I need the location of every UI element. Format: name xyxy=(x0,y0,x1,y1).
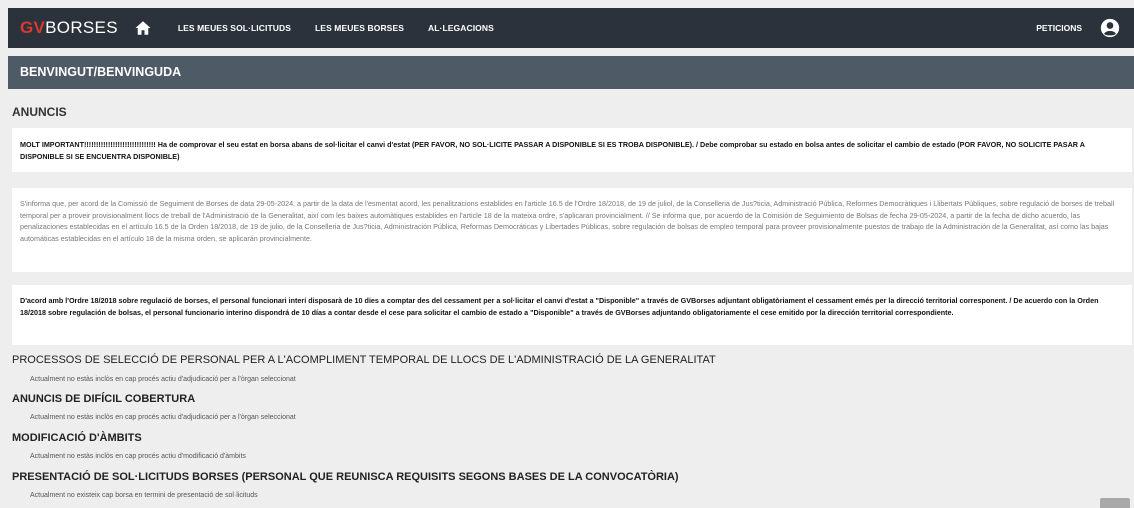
nav-peticions[interactable]: PETICIONS xyxy=(1036,23,1082,33)
welcome-title: BENVINGUT/BENVINGUDA xyxy=(20,65,182,79)
notice-penalitzacions: S'informa que, per acord de la Comissió … xyxy=(12,188,1132,272)
scroll-to-top-button[interactable] xyxy=(1100,498,1130,508)
section-text-modificacio-ambits: Actualment no estàs inclòs en cap procés… xyxy=(30,453,246,460)
nav-les-meues-borses[interactable]: LES MEUES BORSES xyxy=(315,23,404,33)
section-title-presentacio-sollicituds: PRESENTACIÓ DE SOL·LICITUDS BORSES (PERS… xyxy=(12,471,679,483)
nav-allegacions[interactable]: AL·LEGACIONS xyxy=(428,23,494,33)
notice-ordre-18-2018: D'acord amb l'Ordre 18/2018 sobre regula… xyxy=(12,285,1132,345)
top-navbar: GV BORSES LES MEUES SOL·LICITUDS LES MEUE… xyxy=(8,8,1134,48)
section-title-processos-seleccio: PROCESSOS DE SELECCIÓ DE PERSONAL PER A … xyxy=(12,354,716,366)
brand-logo[interactable]: GV BORSES xyxy=(20,18,118,38)
section-title-modificacio-ambits: MODIFICACIÓ D'ÀMBITS xyxy=(12,432,142,444)
anuncis-heading: ANUNCIS xyxy=(12,105,67,119)
section-text-presentacio-sollicituds: Actualment no existeix cap borsa en term… xyxy=(30,492,258,499)
notice-important: MOLT IMPORTANT!!!!!!!!!!!!!!!!!!!!!!!!!!… xyxy=(12,128,1132,172)
brand-prefix: GV xyxy=(20,18,46,37)
section-text-processos-seleccio: Actualment no estàs inclòs en cap procés… xyxy=(30,376,296,383)
section-title-dificil-cobertura: ANUNCIS DE DIFÍCIL COBERTURA xyxy=(12,393,196,405)
user-circle-icon[interactable] xyxy=(1100,18,1120,38)
home-icon[interactable] xyxy=(134,19,152,37)
section-text-dificil-cobertura: Actualment no estàs inclòs en cap procés… xyxy=(30,414,296,421)
nav-les-meues-sollicituds[interactable]: LES MEUES SOL·LICITUDS xyxy=(178,23,291,33)
brand-suffix: BORSES xyxy=(45,18,118,37)
right-nav: PETICIONS xyxy=(1036,18,1134,38)
welcome-banner: BENVINGUT/BENVINGUDA xyxy=(8,56,1134,89)
